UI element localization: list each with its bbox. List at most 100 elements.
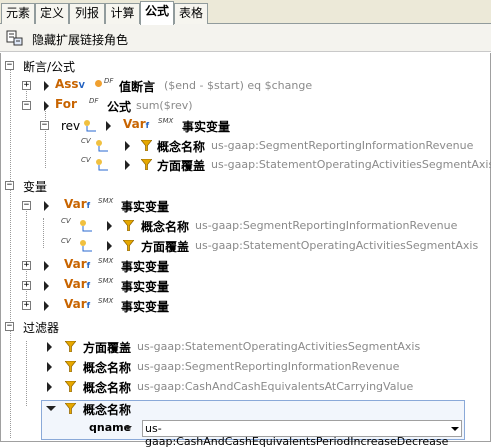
- tab-strip: 元素 定义 列报 计算 公式 表格: [0, 0, 491, 25]
- filter-icon: [65, 341, 76, 352]
- arc-link-icon: [84, 120, 96, 132]
- filter-row-selected[interactable]: 概念名称: [1, 399, 490, 419]
- collapse-icon[interactable]: −: [22, 101, 31, 110]
- variable-flags: SMX: [98, 257, 114, 265]
- section-filters: − 过滤器: [1, 317, 490, 337]
- formula-expression: sum($rev): [136, 99, 193, 112]
- filter-value: us-gaap:StatementOperatingActivitiesSegm…: [211, 158, 491, 171]
- variable-flags: SMX: [98, 197, 114, 205]
- variable-row[interactable]: − Varf SMX 事实变量: [1, 196, 490, 216]
- filter-icon: [141, 140, 152, 151]
- filter-flags: CV: [81, 156, 91, 164]
- tab-calculation[interactable]: 计算: [105, 3, 140, 24]
- hide-extended-roles-icon[interactable]: [6, 29, 24, 47]
- variable-keyword: Varf: [64, 297, 91, 311]
- assertion-row[interactable]: + AssV DF 值断言 ($end - $start) eq $change: [1, 76, 490, 96]
- filter-value: us-gaap:SegmentReportingInformationReven…: [137, 360, 400, 373]
- arrow-right-icon: [44, 101, 49, 111]
- filter-flags: CV: [81, 137, 91, 145]
- qname-type-dropdown-icon[interactable]: [124, 426, 132, 430]
- filter-title: 方面覆盖: [83, 341, 132, 355]
- collapse-icon[interactable]: −: [40, 121, 49, 130]
- assertion-flags: DF: [104, 77, 114, 85]
- toolbar: 隐藏扩展链接角色: [0, 24, 491, 52]
- collapse-icon[interactable]: −: [5, 61, 14, 70]
- formula-variable-row[interactable]: − rev Varf SMX 事实变量: [1, 116, 490, 136]
- arrow-down-icon: [46, 406, 56, 411]
- arrow-right-icon: [107, 221, 112, 231]
- arc-link-icon: [96, 140, 108, 152]
- filter-flags: CV: [61, 217, 71, 225]
- filter-title: 概念名称: [157, 140, 206, 154]
- qname-combobox[interactable]: us-gaap:CashAndCashEquivalentsPeriodIncr…: [142, 420, 462, 448]
- filter-value: us-gaap:StatementOperatingActivitiesSegm…: [137, 340, 421, 353]
- variable-keyword: Varf: [64, 197, 91, 211]
- tab-elements[interactable]: 元素: [1, 3, 35, 24]
- value-badge-icon: [95, 80, 102, 87]
- variable-row[interactable]: + Varf SMX 事实变量: [1, 276, 490, 296]
- filter-row[interactable]: CV 方面覆盖 us-gaap:StatementOperatingActivi…: [1, 155, 491, 175]
- arrow-right-icon: [47, 382, 52, 392]
- expand-icon[interactable]: +: [22, 301, 31, 310]
- arrow-right-icon: [47, 362, 52, 372]
- arrow-right-icon: [47, 342, 52, 352]
- filter-row[interactable]: CV 概念名称 us-gaap:SegmentReportingInformat…: [1, 216, 490, 236]
- variable-flags: SMX: [158, 117, 174, 125]
- filter-title: 概念名称: [83, 361, 132, 375]
- collapse-icon[interactable]: −: [22, 201, 31, 210]
- variable-title: 事实变量: [121, 200, 170, 214]
- variable-keyword: Varf: [123, 117, 150, 131]
- filter-icon: [65, 403, 76, 414]
- filter-row[interactable]: 方面覆盖 us-gaap:StatementOperatingActivitie…: [1, 337, 490, 357]
- variable-row[interactable]: + Varf SMX 事实变量: [1, 256, 490, 276]
- collapse-icon[interactable]: −: [5, 322, 14, 331]
- section-label: 过滤器: [23, 321, 60, 335]
- variable-row[interactable]: + Varf SMX 事实变量: [1, 296, 490, 316]
- tab-formula[interactable]: 公式: [140, 1, 174, 25]
- variable-title: 事实变量: [121, 280, 170, 294]
- arrow-right-icon: [44, 81, 49, 91]
- assertion-keyword: AssV: [55, 77, 85, 91]
- tab-definition[interactable]: 定义: [35, 3, 69, 24]
- filter-title: 概念名称: [83, 403, 132, 417]
- variable-title: 事实变量: [121, 300, 170, 314]
- arrow-right-icon: [125, 141, 130, 151]
- tab-table[interactable]: 表格: [174, 3, 208, 24]
- expand-icon[interactable]: +: [22, 261, 31, 270]
- assertion-expression: ($end - $start) eq $change: [164, 79, 313, 92]
- tab-presentation[interactable]: 列报: [69, 3, 105, 24]
- arc-link-icon: [80, 220, 92, 232]
- arc-link-icon: [80, 240, 92, 252]
- filter-row[interactable]: CV 方面覆盖 us-gaap:StatementOperatingActivi…: [1, 236, 490, 256]
- filter-row[interactable]: 概念名称 us-gaap:SegmentReportingInformation…: [1, 357, 490, 377]
- filter-icon: [65, 361, 76, 372]
- formula-tree: − 断言/公式 + AssV DF 值断言 ($end - $start) eq…: [0, 53, 491, 448]
- section-variables: − 变量: [1, 176, 490, 196]
- filter-title: 概念名称: [83, 381, 132, 395]
- arrow-right-icon: [44, 261, 49, 271]
- arrow-right-icon: [44, 281, 49, 291]
- filter-value: us-gaap:CashAndCashEquivalentsAtCarrying…: [137, 380, 414, 393]
- collapse-icon[interactable]: −: [5, 181, 14, 190]
- filter-title: 方面覆盖: [157, 159, 206, 173]
- expand-icon[interactable]: +: [22, 81, 31, 90]
- filter-icon: [141, 159, 152, 170]
- expand-icon[interactable]: +: [22, 281, 31, 290]
- filter-title: 概念名称: [141, 220, 190, 234]
- formula-row[interactable]: − For DF 公式 sum($rev): [1, 96, 490, 116]
- arc-link-icon: [96, 159, 108, 171]
- filter-icon: [123, 240, 134, 251]
- filter-row[interactable]: 概念名称 us-gaap:CashAndCashEquivalentsAtCar…: [1, 377, 490, 397]
- arrow-right-icon: [44, 201, 49, 211]
- filter-flags: CV: [61, 237, 71, 245]
- variable-title: 事实变量: [121, 260, 170, 274]
- section-label: 断言/公式: [23, 60, 76, 74]
- filter-row[interactable]: CV 概念名称 us-gaap:SegmentReportingInformat…: [1, 136, 490, 156]
- variable-keyword: Varf: [64, 277, 91, 291]
- qname-value: us-gaap:CashAndCashEquivalentsPeriodIncr…: [145, 422, 449, 448]
- formula-title: 公式: [107, 100, 132, 114]
- variable-name: rev: [61, 119, 81, 133]
- filter-value: us-gaap:SegmentReportingInformationReven…: [211, 139, 474, 152]
- combobox-arrow-icon[interactable]: [451, 427, 459, 431]
- filter-icon: [65, 381, 76, 392]
